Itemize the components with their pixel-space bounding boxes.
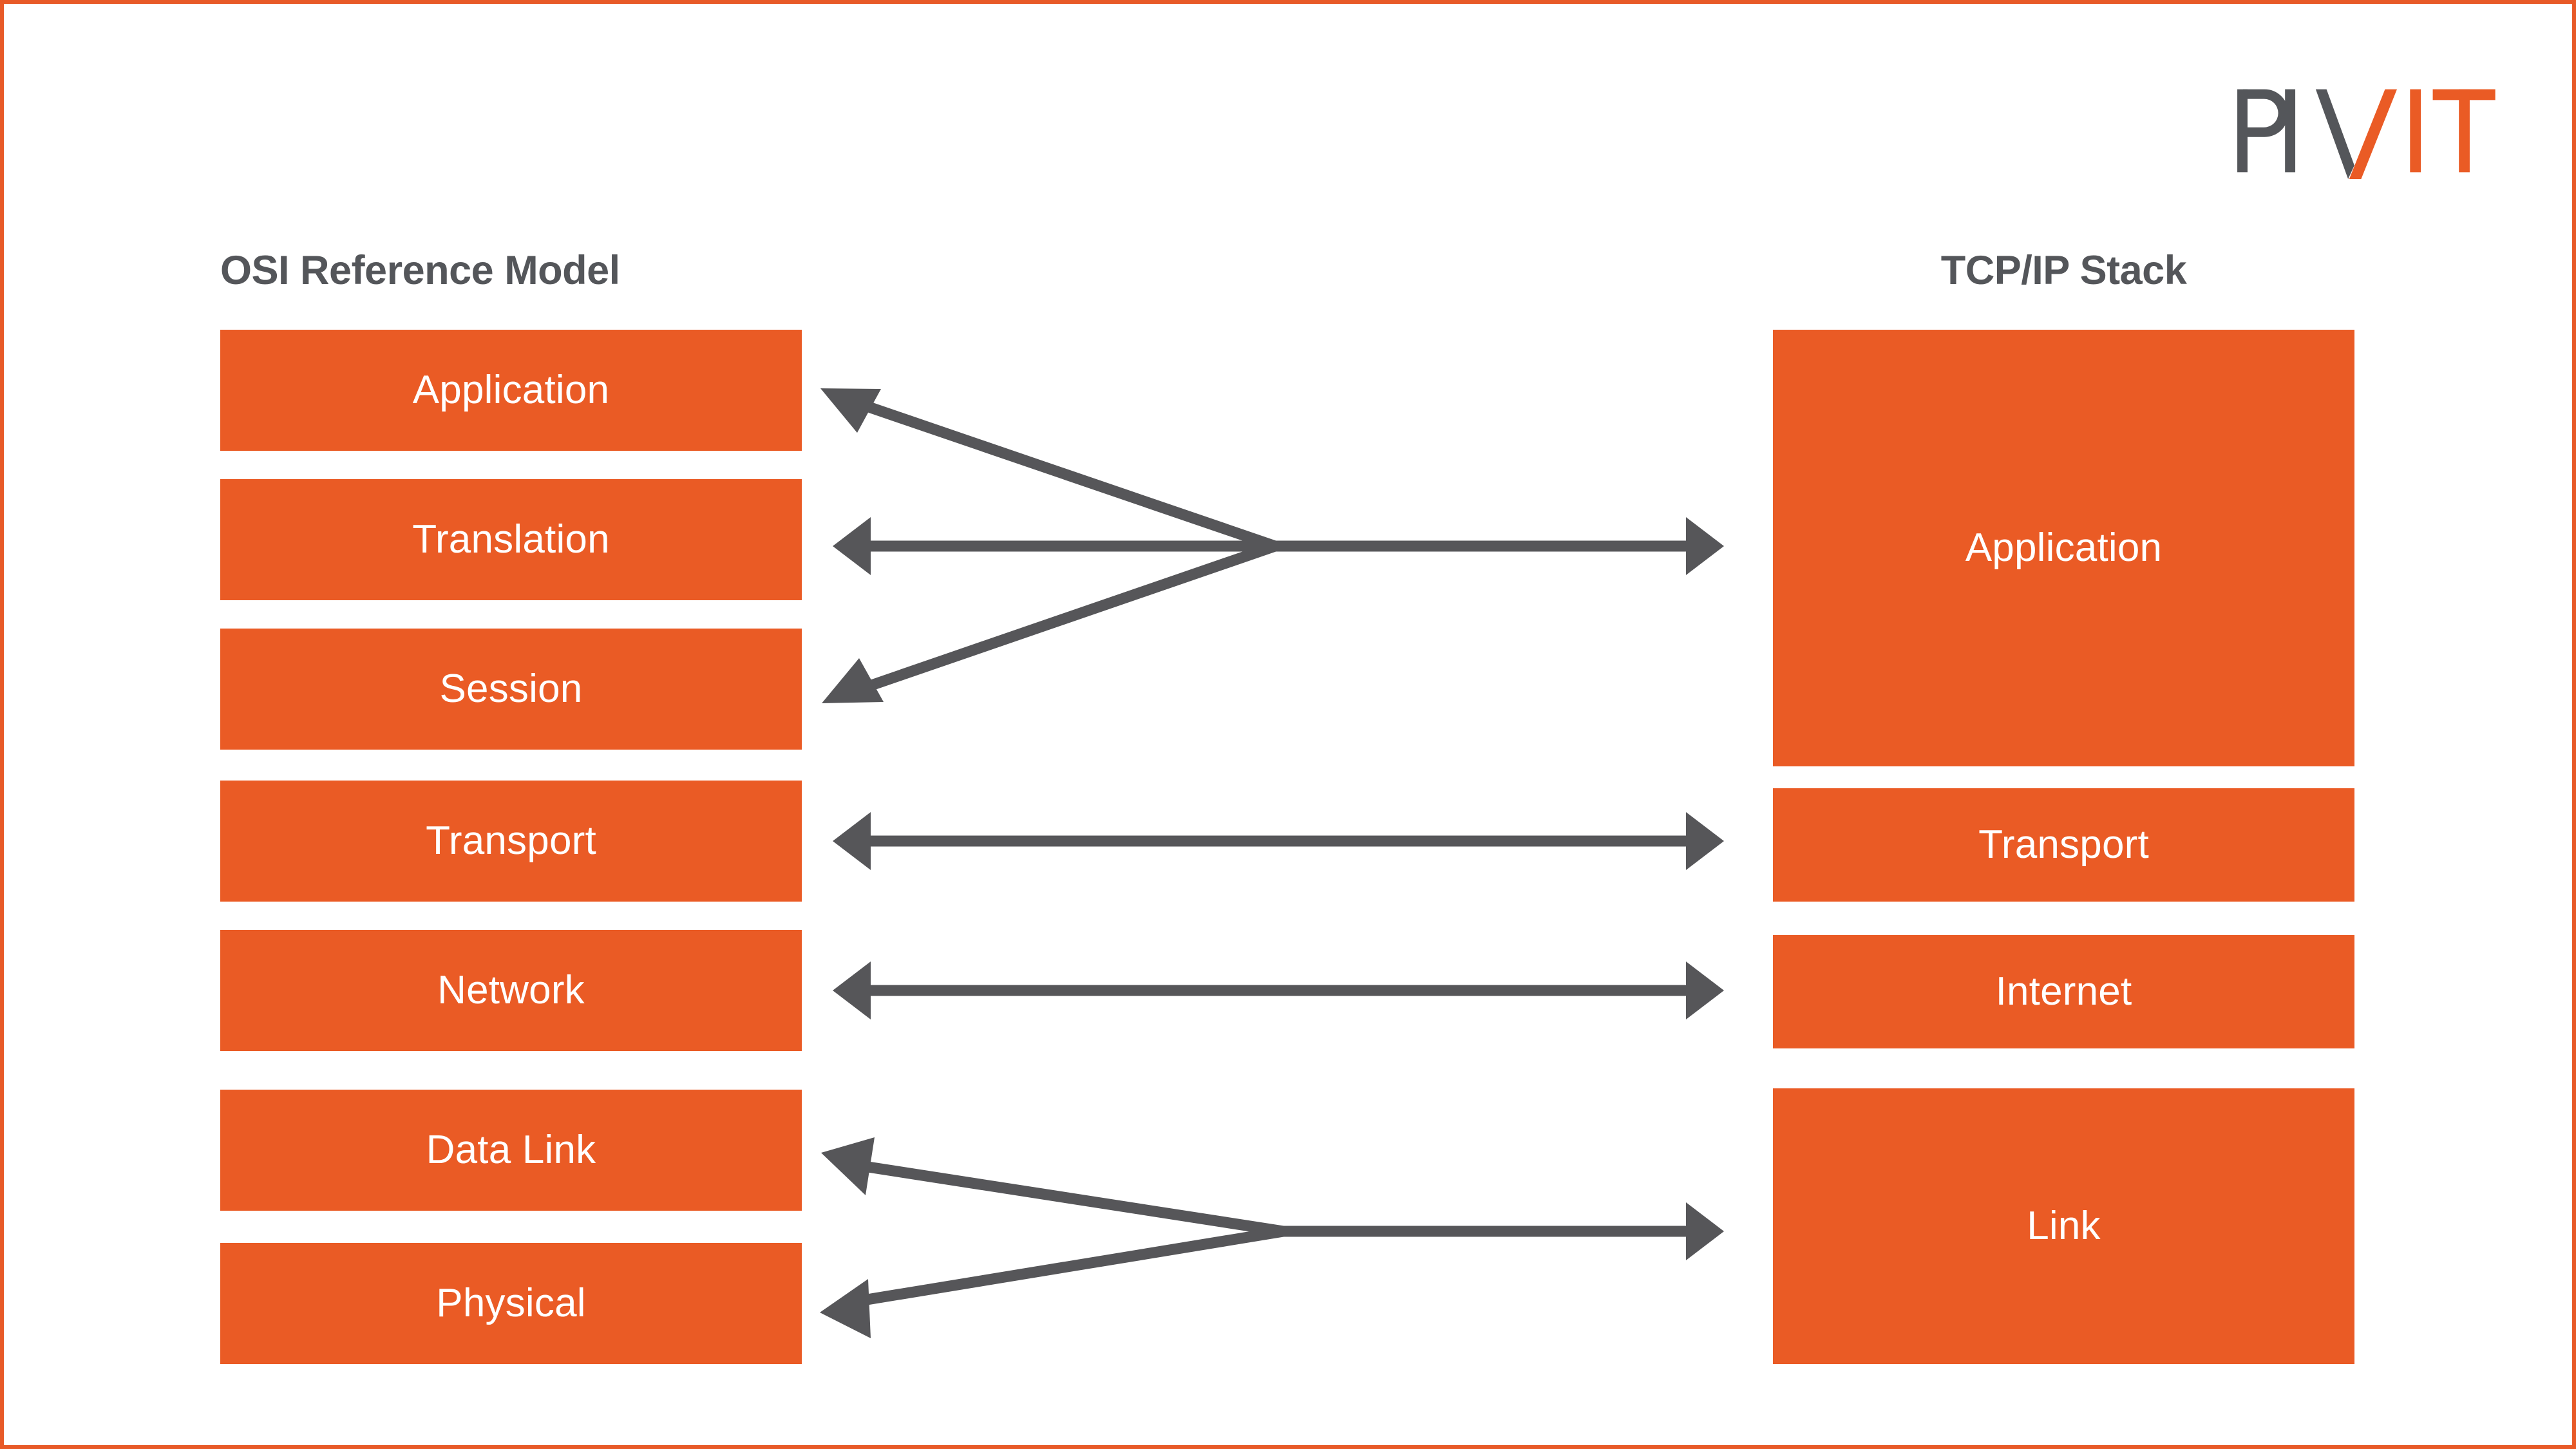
arrowhead-tcpip-application	[1686, 517, 1724, 575]
osi-layer-translation[interactable]: Translation	[220, 479, 802, 600]
arrowhead-osi-physical	[820, 1279, 871, 1338]
tcpip-layer-internet-label: Internet	[1995, 969, 2132, 1014]
arrowhead-tcpip-internet	[1686, 961, 1724, 1019]
logo-letter-t-stem	[2459, 89, 2470, 173]
osi-tcpip-comparison-diagram: OSI Reference Model TCP/IP Stack Applica…	[0, 0, 2576, 1449]
osi-layer-data-link[interactable]: Data Link	[220, 1090, 802, 1211]
logo-letter-i-dark	[2285, 89, 2296, 173]
arrowhead-osi-transport	[833, 812, 871, 870]
arrowhead-osi-session	[822, 658, 884, 703]
arrowhead-osi-network	[833, 961, 871, 1019]
logo-accent-slash	[2349, 89, 2398, 179]
arrow-line-to-osi-data-link	[850, 1159, 1285, 1237]
arrowhead-tcpip-link	[1686, 1202, 1724, 1260]
arrowhead-tcpip-transport	[1686, 812, 1724, 870]
link-group-mapping	[820, 1137, 1724, 1338]
tcpip-layer-internet[interactable]: Internet	[1773, 935, 2354, 1048]
arrowhead-osi-translation	[833, 517, 871, 575]
tcpip-layer-link[interactable]: Link	[1773, 1088, 2354, 1364]
osi-layer-application-label: Application	[412, 368, 610, 412]
osi-layer-translation-label: Translation	[412, 517, 610, 562]
osi-layer-data-link-label: Data Link	[426, 1128, 596, 1172]
network-internet-mapping	[833, 961, 1724, 1019]
osi-layer-physical[interactable]: Physical	[220, 1243, 802, 1364]
tcpip-layer-transport[interactable]: Transport	[1773, 788, 2354, 902]
tcpip-layer-application-label: Application	[1965, 526, 2163, 570]
tcpip-layer-transport-label: Transport	[1978, 822, 2149, 867]
pivit-logo	[2237, 89, 2496, 179]
transport-mapping	[833, 812, 1724, 870]
tcpip-layer-application[interactable]: Application	[1773, 330, 2354, 766]
application-group-mapping	[820, 388, 1724, 703]
arrowhead-osi-data-link	[821, 1137, 875, 1195]
logo-letter-i-orange	[2410, 89, 2421, 173]
osi-layer-network[interactable]: Network	[220, 930, 802, 1051]
logo-letter-p-bowl	[2243, 89, 2289, 137]
osi-layer-session[interactable]: Session	[220, 629, 802, 750]
osi-column-title: OSI Reference Model	[220, 248, 620, 293]
tcpip-layer-link-label: Link	[2027, 1204, 2101, 1248]
osi-layer-application[interactable]: Application	[220, 330, 802, 451]
arrowhead-osi-application	[820, 388, 881, 433]
logo-letter-v-left-stroke	[2316, 89, 2355, 179]
osi-layer-transport[interactable]: Transport	[220, 781, 802, 902]
osi-layer-transport-label: Transport	[426, 819, 596, 863]
osi-layer-physical-label: Physical	[436, 1281, 586, 1325]
arrow-line-to-osi-application	[848, 395, 1277, 552]
osi-layer-session-label: Session	[439, 667, 583, 711]
arrow-line-to-osi-session	[855, 540, 1277, 696]
osi-layer-network-label: Network	[437, 968, 585, 1012]
tcpip-column-title: TCP/IP Stack	[1940, 248, 2187, 293]
arrow-line-to-osi-physical	[850, 1226, 1285, 1308]
